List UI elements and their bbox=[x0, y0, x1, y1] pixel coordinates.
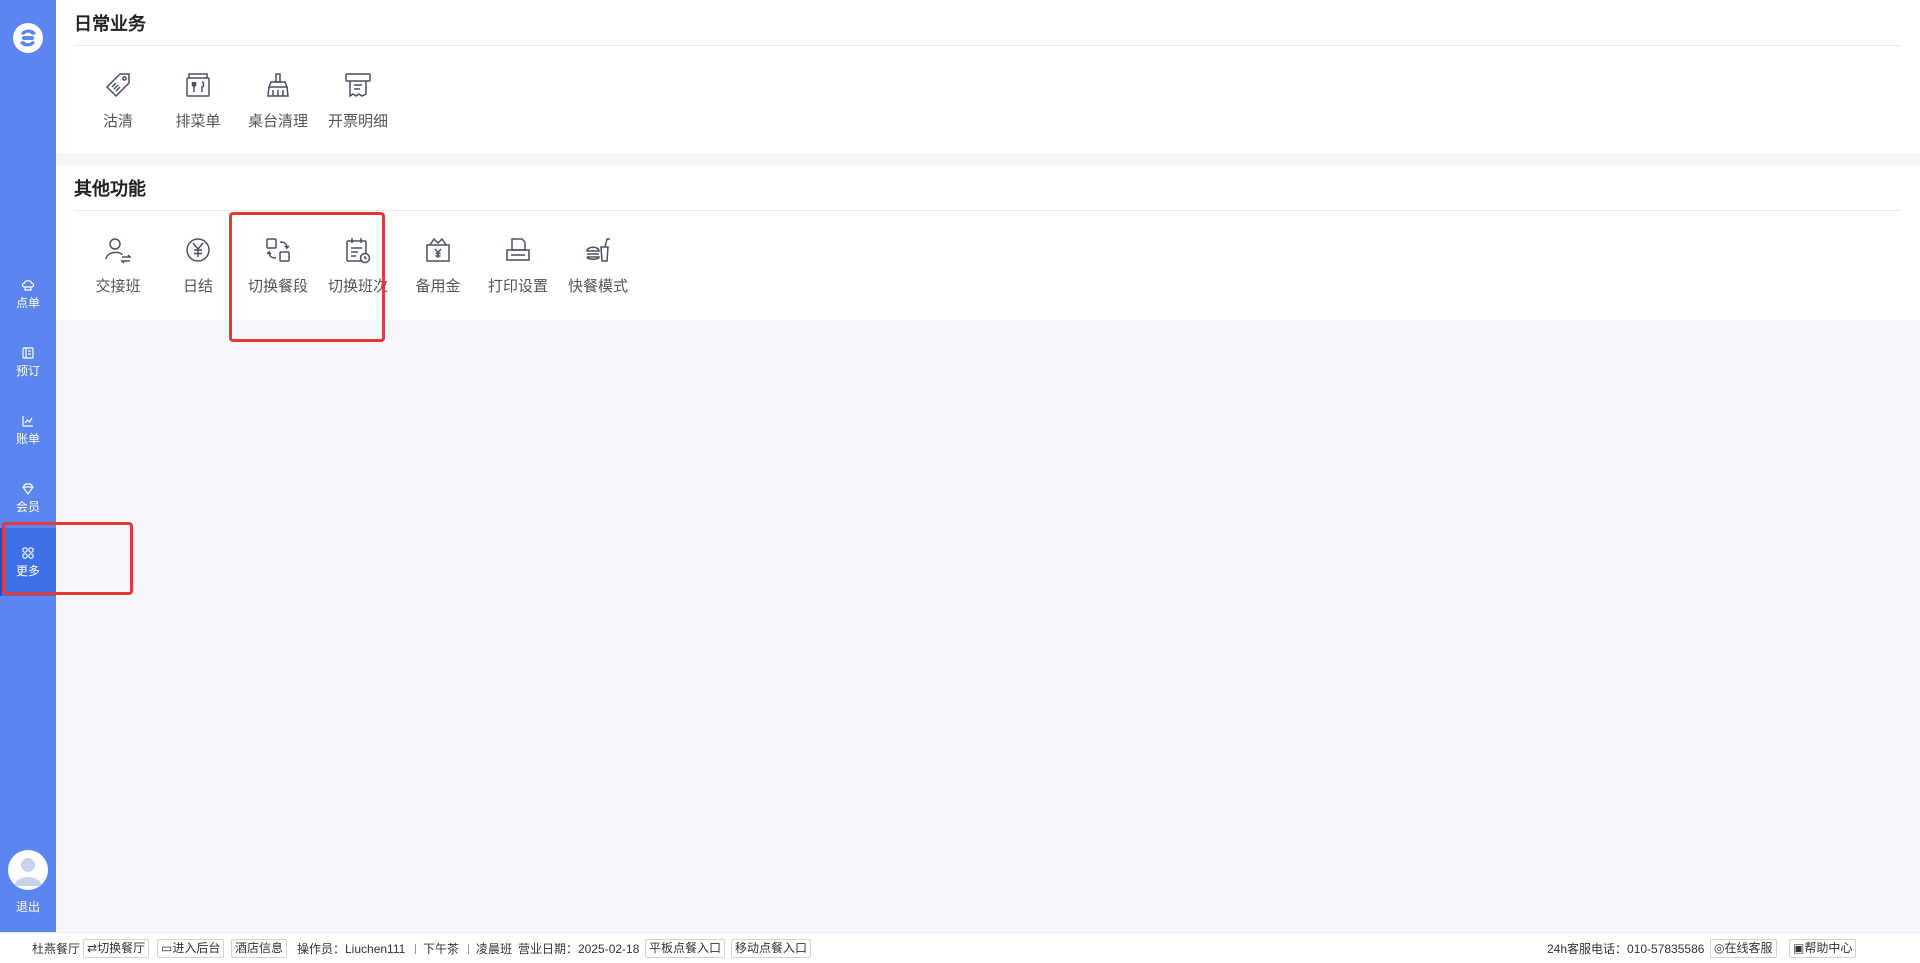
help-center-button[interactable]: ▣帮助中心 bbox=[1789, 939, 1857, 958]
fastfood-icon bbox=[586, 238, 610, 262]
func-label: 桌台清理 bbox=[247, 113, 308, 130]
func-label: 日结 bbox=[182, 278, 213, 295]
sidebar-item-members[interactable]: 会员 bbox=[0, 468, 56, 528]
func-handover[interactable]: 交接班 bbox=[80, 231, 156, 311]
user-avatar-icon bbox=[14, 858, 42, 886]
avatar[interactable] bbox=[8, 850, 48, 890]
sidebar: 点单 预订 账单 会员 更多 退出 bbox=[0, 0, 56, 932]
swap-icon: ⇄ bbox=[87, 941, 98, 955]
diamond-icon bbox=[22, 482, 34, 495]
func-label: 备用金 bbox=[415, 278, 461, 295]
divider bbox=[468, 944, 469, 954]
sidebar-item-label: 点单 bbox=[15, 295, 40, 310]
chart-icon bbox=[22, 415, 33, 427]
hotel-info-button[interactable]: 酒店信息 bbox=[231, 939, 288, 958]
highlight-box-more-nav bbox=[2, 522, 133, 595]
help-center-label: 帮助中心 bbox=[1804, 941, 1853, 955]
menu-icon bbox=[186, 73, 210, 97]
service-hotline: 24h客服电话：010-57835586 bbox=[1547, 942, 1705, 956]
sidebar-item-order[interactable]: 点单 bbox=[0, 264, 56, 324]
highlight-box-switch-functions bbox=[229, 212, 385, 342]
logout-button[interactable]: 退出 bbox=[0, 898, 56, 915]
func-label: 沽清 bbox=[102, 113, 133, 130]
handover-icon bbox=[105, 238, 132, 264]
tablet-order-entry-button[interactable]: 平板点餐入口 bbox=[645, 939, 726, 958]
enter-backend-label: 进入后台 bbox=[172, 941, 221, 955]
app-logo-icon bbox=[13, 23, 43, 53]
chef-hat-icon bbox=[21, 279, 35, 291]
func-invoice-detail[interactable]: 开票明细 bbox=[320, 66, 396, 146]
func-petty-cash[interactable]: 备用金 bbox=[400, 231, 476, 311]
func-label: 快餐模式 bbox=[567, 278, 628, 295]
switch-restaurant-label: 切换餐厅 bbox=[97, 941, 146, 955]
printer-icon bbox=[506, 238, 530, 261]
func-menu-arrange[interactable]: 排菜单 bbox=[160, 66, 236, 146]
func-label: 交接班 bbox=[95, 278, 141, 295]
operator-info: 操作员：Liuchen111 bbox=[297, 942, 406, 956]
headset-icon: ◎ bbox=[1714, 941, 1725, 955]
func-label: 开票明细 bbox=[327, 113, 388, 130]
online-service-label: 在线客服 bbox=[1724, 941, 1773, 955]
tag-icon bbox=[105, 73, 130, 98]
divider bbox=[415, 944, 416, 954]
status-bar: 杜燕餐厅 ⇄切换餐厅 ▭进入后台 酒店信息 操作员：Liuchen111 下午茶… bbox=[0, 932, 1920, 963]
yuan-circle-icon bbox=[186, 238, 210, 262]
enter-backend-button[interactable]: ▭进入后台 bbox=[157, 939, 225, 958]
sidebar-item-label: 会员 bbox=[15, 499, 40, 514]
main-content: 日常业务 沽清 排菜单 桌台清理 开票明细 其他功能 交接班 日结 切换餐段 切… bbox=[56, 0, 1920, 932]
func-label: 打印设置 bbox=[487, 278, 548, 295]
restaurant-name: 杜燕餐厅 bbox=[32, 942, 81, 956]
divider bbox=[74, 210, 1900, 211]
help-book-icon: ▣ bbox=[1793, 941, 1805, 955]
func-fast-food-mode[interactable]: 快餐模式 bbox=[560, 231, 636, 311]
meal-period: 下午茶 bbox=[423, 942, 460, 956]
shift-name: 凌晨班 bbox=[476, 942, 513, 956]
receipt-icon bbox=[345, 73, 371, 98]
sidebar-item-label: 预订 bbox=[15, 363, 40, 378]
func-daily-close[interactable]: 日结 bbox=[160, 231, 236, 311]
mobile-order-entry-button[interactable]: 移动点餐入口 bbox=[731, 939, 812, 958]
business-date: 营业日期：2025-02-18 bbox=[518, 942, 640, 956]
switch-restaurant-button[interactable]: ⇄切换餐厅 bbox=[83, 939, 150, 958]
online-service-button[interactable]: ◎在线客服 bbox=[1710, 939, 1777, 958]
func-table-cleanup[interactable]: 桌台清理 bbox=[240, 66, 316, 146]
daily-business-section: 日常业务 沽清 排菜单 桌台清理 开票明细 bbox=[56, 0, 1920, 153]
book-icon bbox=[22, 346, 34, 359]
sidebar-item-bills[interactable]: 账单 bbox=[0, 400, 56, 460]
func-label: 排菜单 bbox=[175, 113, 221, 130]
divider bbox=[74, 45, 1900, 46]
func-sold-out[interactable]: 沽清 bbox=[80, 66, 156, 146]
section-title: 日常业务 bbox=[74, 14, 146, 34]
func-print-settings[interactable]: 打印设置 bbox=[480, 231, 556, 311]
monitor-icon: ▭ bbox=[161, 941, 173, 955]
sidebar-item-reservation[interactable]: 预订 bbox=[0, 332, 56, 392]
wallet-icon bbox=[426, 237, 450, 262]
section-title: 其他功能 bbox=[74, 179, 146, 199]
sidebar-item-label: 账单 bbox=[15, 431, 40, 446]
broom-icon bbox=[267, 73, 289, 97]
